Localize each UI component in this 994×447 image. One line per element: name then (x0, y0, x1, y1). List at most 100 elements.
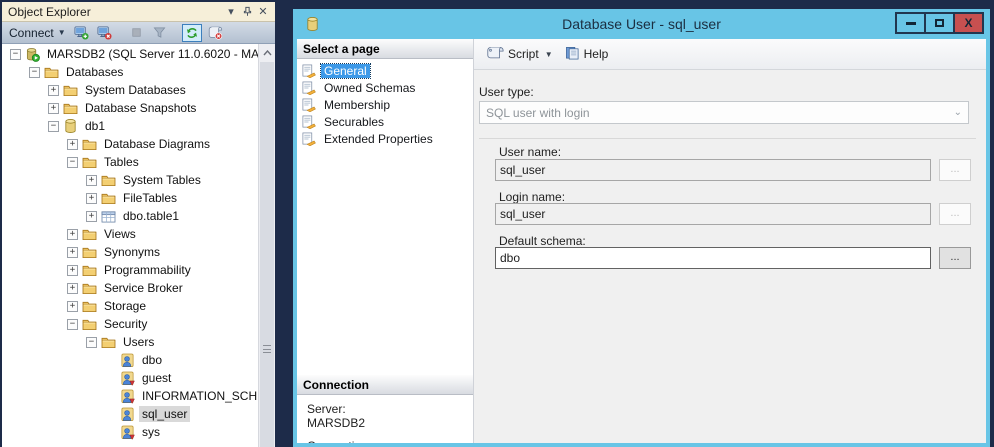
tree-item-database-snapshots[interactable]: + Database Snapshots (2, 99, 258, 117)
expand-icon[interactable]: + (86, 193, 97, 204)
page-item-membership[interactable]: Membership (301, 96, 471, 113)
tree-item-database-diagrams[interactable]: +Database Diagrams (2, 135, 258, 153)
tree-item-label: Views (101, 226, 139, 242)
tree-item-dbo[interactable]: dbo (2, 351, 258, 369)
expand-icon[interactable]: + (48, 85, 59, 96)
connect-button[interactable]: Connect ▼ (6, 25, 69, 41)
tree-item-security[interactable]: −Security (2, 315, 258, 333)
tree-item-programmability[interactable]: +Programmability (2, 261, 258, 279)
page-item-extended-properties[interactable]: Extended Properties (301, 130, 471, 147)
user-name-label: User name: (499, 145, 561, 159)
disconnect-server-icon[interactable] (95, 24, 115, 42)
folder-icon (100, 334, 117, 350)
close-icon[interactable]: ✕ (255, 5, 271, 19)
script-error-icon[interactable] (205, 24, 225, 42)
object-explorer-toolbar: Connect ▼ (2, 22, 275, 44)
tree-item-label: Databases (63, 64, 126, 80)
page-item-securables[interactable]: Securables (301, 113, 471, 130)
dialog-toolbar: Script ▼ Help (474, 39, 986, 70)
collapse-icon[interactable]: − (67, 157, 78, 168)
tree-item-label: dbo.table1 (120, 208, 182, 224)
object-explorer-tree-area: −MARSDB2 (SQL Server 11.0.6020 - MARSD−D… (2, 44, 275, 447)
expand-icon[interactable]: + (86, 175, 97, 186)
default-schema-field[interactable] (495, 247, 931, 269)
tree-item-databases[interactable]: − Databases (2, 63, 258, 81)
select-page-header: Select a page (297, 39, 473, 59)
collapse-icon[interactable]: − (86, 337, 97, 348)
expand-icon[interactable]: + (67, 283, 78, 294)
tree-item-dbo-table1[interactable]: + dbo.table1 (2, 207, 258, 225)
folder-icon (100, 172, 117, 188)
close-button[interactable]: X (953, 12, 984, 34)
tree-item-filetables[interactable]: +FileTables (2, 189, 258, 207)
expand-icon[interactable]: + (48, 103, 59, 114)
help-button[interactable]: Help (561, 44, 613, 65)
refresh-icon[interactable] (182, 24, 202, 42)
tree-item-users[interactable]: −Users (2, 333, 258, 351)
tree-item-information-schem[interactable]: INFORMATION_SCHEM (2, 387, 258, 405)
tree-item-label: Database Snapshots (82, 100, 199, 116)
collapse-icon[interactable]: − (10, 49, 21, 60)
page-icon (301, 63, 318, 78)
page-item-label: Membership (321, 98, 393, 112)
expand-icon[interactable]: + (86, 211, 97, 222)
pin-icon[interactable] (239, 5, 255, 19)
connection-section: Connection Server: MARSDB2 Connection: (297, 375, 473, 443)
collapse-icon[interactable]: − (29, 67, 40, 78)
tree-item-sql-user[interactable]: sql_user (2, 405, 258, 423)
page-item-owned-schemas[interactable]: Owned Schemas (301, 79, 471, 96)
browse-user-name-button[interactable]: ... (939, 159, 971, 181)
expand-icon[interactable]: + (67, 247, 78, 258)
tree-item-label: Storage (101, 298, 149, 314)
tree-item-system-tables[interactable]: +System Tables (2, 171, 258, 189)
script-dropdown-icon[interactable]: ▼ (545, 50, 553, 59)
browse-default-schema-button[interactable]: ... (939, 247, 971, 269)
browse-login-name-button[interactable]: ... (939, 203, 971, 225)
expand-icon[interactable]: + (67, 229, 78, 240)
tree-item-guest[interactable]: guest (2, 369, 258, 387)
window-position-icon[interactable]: ▾ (223, 5, 239, 19)
stop-icon[interactable] (127, 24, 147, 42)
login-name-field[interactable] (495, 203, 931, 225)
tree-item-views[interactable]: + Views (2, 225, 258, 243)
database-user-dialog: Database User - sql_user X Select a page… (293, 9, 990, 447)
page-item-general[interactable]: General (301, 62, 471, 79)
tree-item-storage[interactable]: + Storage (2, 297, 258, 315)
user-disabled-icon (119, 424, 136, 440)
expand-icon[interactable]: + (67, 265, 78, 276)
tree-item-label: sql_user (139, 406, 190, 422)
tree-scrollbar[interactable] (258, 44, 275, 447)
scrollbar-thumb[interactable] (260, 62, 274, 447)
scroll-up-icon[interactable] (259, 44, 275, 61)
folder-icon (81, 280, 98, 296)
connect-button-label: Connect (9, 26, 54, 40)
tree-item-sys[interactable]: sys (2, 423, 258, 441)
object-explorer-titlebar: Object Explorer ▾ ✕ (2, 2, 275, 22)
collapse-icon[interactable]: − (67, 319, 78, 330)
collapse-icon[interactable]: − (48, 121, 59, 132)
page-item-label: Extended Properties (321, 132, 436, 146)
user-disabled-icon (119, 370, 136, 386)
script-button[interactable]: Script (482, 44, 543, 64)
default-schema-label: Default schema: (499, 234, 586, 248)
minimize-button[interactable] (895, 12, 926, 34)
tree-item-system-databases[interactable]: +System Databases (2, 81, 258, 99)
tree-item-service-broker[interactable]: +Service Broker (2, 279, 258, 297)
connection-header: Connection (297, 375, 473, 395)
user-name-field[interactable] (495, 159, 931, 181)
filter-icon[interactable] (150, 24, 170, 42)
tree-item-db1[interactable]: −db1 (2, 117, 258, 135)
dialog-title: Database User - sql_user (297, 16, 986, 32)
maximize-button[interactable] (924, 12, 955, 34)
expand-icon[interactable]: + (67, 139, 78, 150)
object-explorer-title: Object Explorer (8, 5, 223, 19)
script-icon (486, 46, 504, 62)
object-tree: −MARSDB2 (SQL Server 11.0.6020 - MARSD−D… (2, 45, 258, 447)
folder-icon (81, 262, 98, 278)
connect-server-icon[interactable] (72, 24, 92, 42)
user-type-select[interactable]: SQL user with login ⌄ (479, 101, 969, 124)
tree-item-tables[interactable]: −Tables (2, 153, 258, 171)
expand-icon[interactable]: + (67, 301, 78, 312)
tree-item-marsdb2-sql-server-11-0-6020-marsd[interactable]: −MARSDB2 (SQL Server 11.0.6020 - MARSD (2, 45, 258, 63)
tree-item-synonyms[interactable]: +Synonyms (2, 243, 258, 261)
